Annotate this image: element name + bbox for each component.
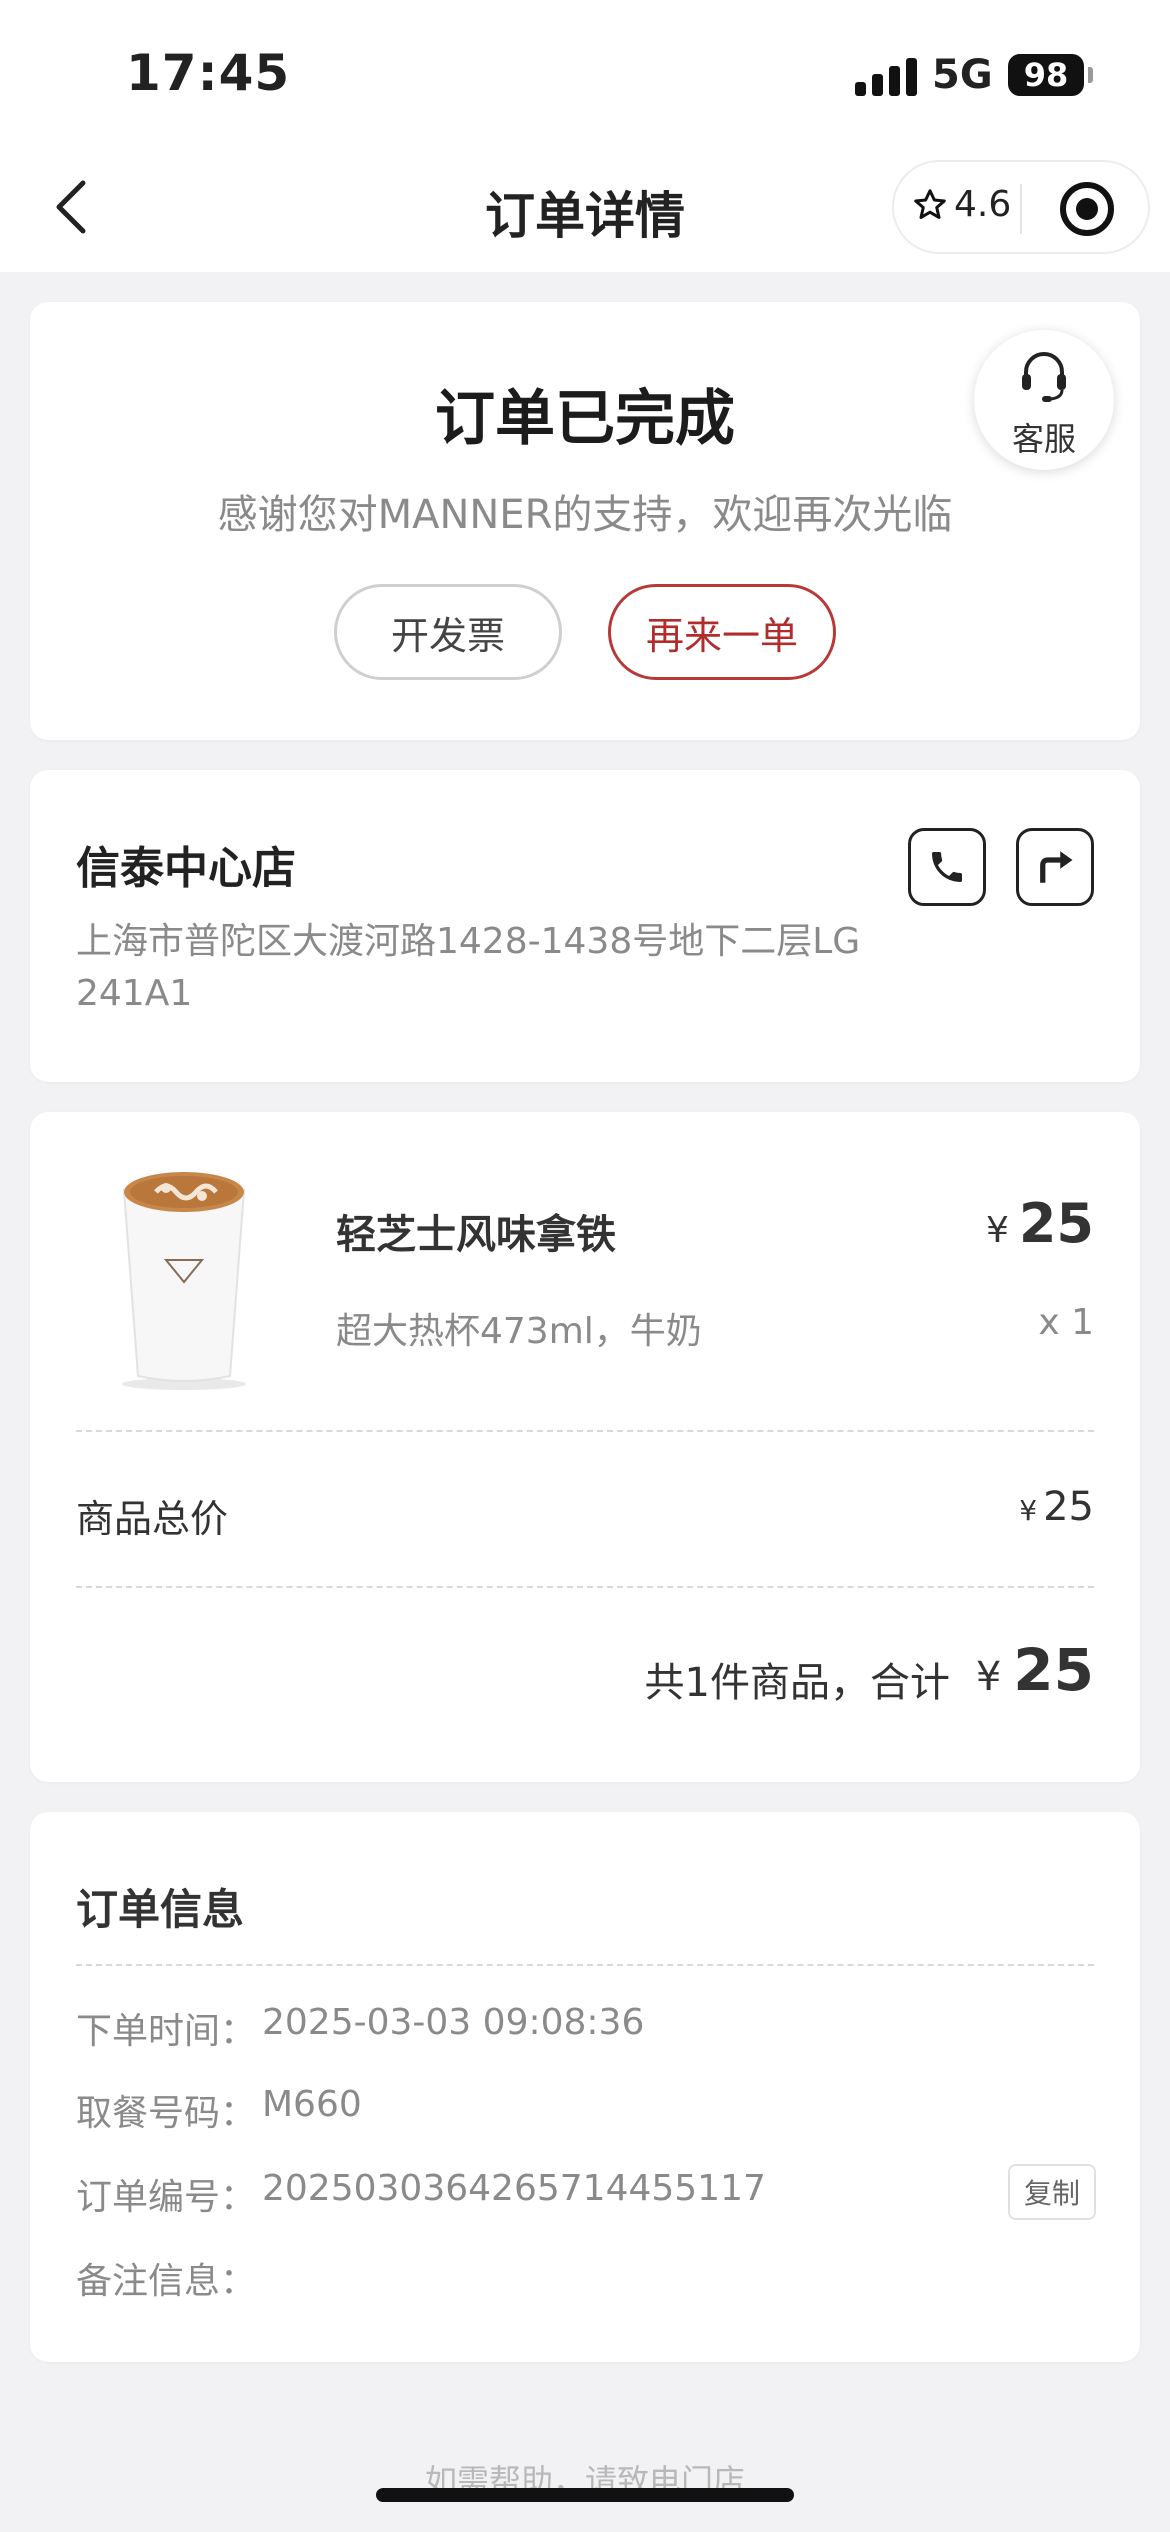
product-card: 轻芝士风味拿铁 ¥25 超大热杯473ml，牛奶 x 1 商品总价 ¥25 共1… (30, 1112, 1140, 1782)
top-bar: 17:45 5G 98 订单详情 4.6 (0, 0, 1170, 272)
store-address: 上海市普陀区大渡河路1428-1438号地下二层LG 241A1 (76, 921, 861, 1014)
currency-symbol: ¥ (1019, 1494, 1038, 1527)
product-qty: x 1 (1038, 1302, 1094, 1343)
order-time-row: 下单时间： 2025-03-03 09:08:36 (76, 2002, 644, 2054)
store-card: 信泰中心店 上海市普陀区大渡河路1428-1438号地下二层LG 241A1 (30, 770, 1140, 1082)
headset-icon (1022, 352, 1066, 402)
product-price-value: 25 (1018, 1192, 1094, 1255)
order-status-card: 订单已完成 感谢您对MANNER的支持，欢迎再次光临 开发票 再来一单 客服 (30, 302, 1140, 740)
order-number-label: 订单编号： (76, 2177, 257, 2218)
product-price: ¥25 (986, 1192, 1094, 1255)
navigate-button[interactable] (1016, 828, 1094, 906)
phone-icon (932, 852, 962, 882)
currency-symbol: ¥ (985, 1210, 1009, 1251)
order-info-card: 订单信息 下单时间： 2025-03-03 09:08:36 取餐号码： M66… (30, 1812, 1140, 2362)
copy-button[interactable]: 复制 (1008, 2164, 1096, 2220)
pickup-number-row: 取餐号码： M660 (76, 2084, 362, 2136)
invoice-button[interactable]: 开发票 (334, 584, 562, 680)
subtotal-value: ¥25 (1019, 1484, 1094, 1530)
customer-service-button[interactable]: 客服 (974, 330, 1114, 470)
reorder-button[interactable]: 再来一单 (608, 584, 836, 680)
rating-button[interactable]: 4.6 (912, 184, 1011, 225)
signal-icon (855, 58, 917, 96)
total-amount: 25 (1013, 1636, 1094, 1704)
product-name: 轻芝士风味拿铁 (336, 1212, 616, 1258)
order-number-value: 20250303642657144551​17 (262, 2168, 766, 2209)
divider (76, 1964, 1094, 1966)
record-icon[interactable] (1060, 182, 1114, 236)
store-name: 信泰中心店 (76, 843, 296, 894)
star-icon (914, 188, 946, 219)
order-info-title: 订单信息 (76, 1885, 245, 1934)
mini-program-capsule: 4.6 (892, 160, 1150, 254)
order-status-subtitle: 感谢您对MANNER的支持，欢迎再次光临 (217, 492, 953, 538)
rating-value: 4.6 (954, 184, 1012, 225)
remark-label: 备注信息： (76, 2261, 257, 2302)
currency-symbol: ¥ (975, 1654, 1002, 1700)
total-text: 共1件商品，合计 (644, 1660, 950, 1706)
customer-service-label: 客服 (1011, 420, 1076, 458)
remark-row: 备注信息： (76, 2252, 262, 2304)
network-label: 5G (932, 52, 993, 98)
product-spec: 超大热杯473ml，牛奶 (336, 1311, 702, 1352)
pickup-number-value: M660 (262, 2084, 362, 2125)
call-store-button[interactable] (908, 828, 986, 906)
divider (76, 1586, 1094, 1588)
home-indicator (376, 2488, 794, 2502)
order-detail-page: 17:45 5G 98 订单详情 4.6 订单已完成 感谢您对MANNER的支持… (0, 0, 1170, 2532)
latte-cup-image (122, 1172, 246, 1390)
status-time: 17:45 (126, 44, 291, 102)
capsule-divider (1020, 184, 1022, 234)
battery-icon: 98 (1008, 54, 1084, 96)
pickup-number-label: 取餐号码： (76, 2093, 257, 2134)
subtotal-amount: 25 (1043, 1484, 1094, 1530)
order-time-value: 2025-03-03 09:08:36 (262, 2002, 645, 2043)
total-value: ¥25 (976, 1636, 1094, 1704)
battery-nub (1088, 67, 1093, 83)
subtotal-label: 商品总价 (76, 1497, 229, 1541)
divider (76, 1430, 1094, 1432)
order-number-row: 订单编号： 20250303642657144551​17 (76, 2168, 766, 2220)
order-time-label: 下单时间： (76, 2011, 257, 2052)
directions-icon (1040, 851, 1073, 883)
